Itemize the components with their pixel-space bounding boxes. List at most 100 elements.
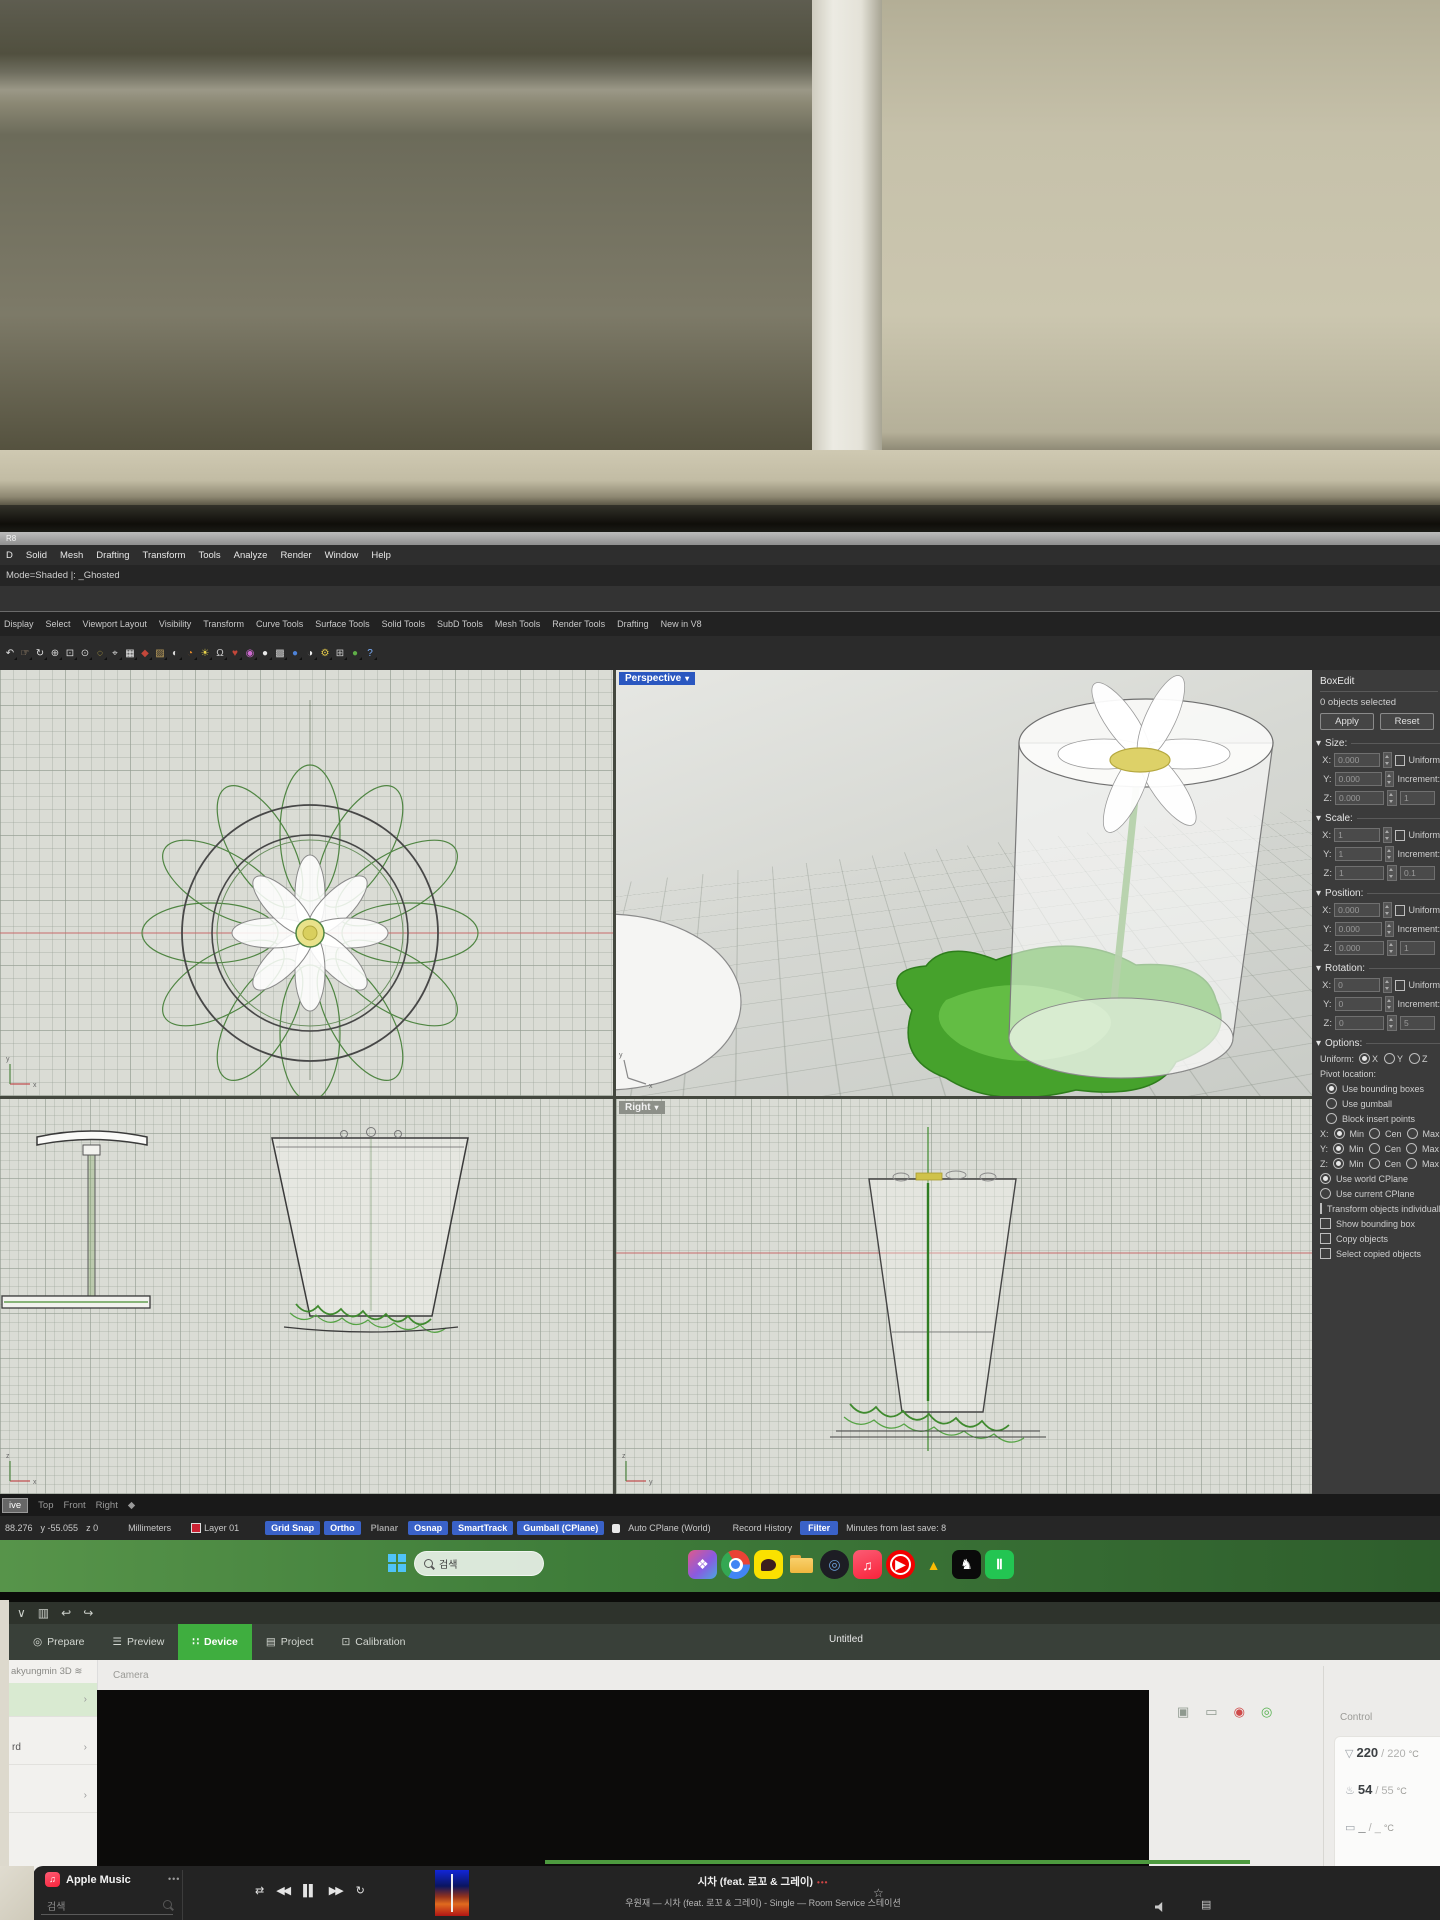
filter-toggle[interactable]: Filter (800, 1521, 838, 1535)
menu-item[interactable]: Analyze (234, 550, 268, 561)
toolbar-icon[interactable]: ⌖ (108, 646, 122, 661)
pivot-radio[interactable] (1326, 1083, 1337, 1094)
min-radio[interactable] (1333, 1158, 1344, 1169)
uniform-checkbox[interactable] (1395, 755, 1405, 766)
cen-radio[interactable] (1369, 1158, 1380, 1169)
taskbar-icon[interactable]: ▲ (919, 1550, 948, 1579)
toolbar-icon[interactable]: ⊕ (48, 646, 62, 661)
toolbar-tab[interactable]: Solid Tools (382, 619, 425, 629)
windows-start-button[interactable] (388, 1554, 406, 1572)
spinner[interactable] (1385, 846, 1395, 862)
camera-action-icon[interactable]: ◉ (1234, 1704, 1245, 1720)
snap-toggle[interactable]: Grid Snap (265, 1521, 320, 1535)
collapse-chevron-icon[interactable]: ▾ (1316, 1038, 1321, 1049)
snap-toggle[interactable]: Osnap (408, 1521, 448, 1535)
star-icon[interactable]: ☆ (873, 1886, 884, 1900)
cen-radio[interactable] (1369, 1128, 1380, 1139)
spinner[interactable] (1383, 752, 1392, 768)
toolbar-icon[interactable]: Ω (213, 646, 227, 661)
printer-device-name[interactable]: akyungmin 3D ≋ (9, 1660, 97, 1683)
max-radio[interactable] (1407, 1128, 1418, 1139)
y-input[interactable]: 0.000 (1335, 922, 1382, 936)
z-input[interactable]: 1 (1335, 866, 1384, 880)
camera-action-icon[interactable]: ▭ (1205, 1704, 1217, 1720)
taskbar-icon[interactable] (754, 1550, 783, 1579)
spinner[interactable] (1383, 977, 1392, 993)
toolbar-icon[interactable]: ◑ (303, 646, 317, 661)
uniform-radio[interactable] (1409, 1053, 1420, 1064)
viewport-tab[interactable]: Right (96, 1500, 118, 1511)
option-checkbox[interactable] (1320, 1233, 1331, 1244)
viewport-top[interactable]: x y (0, 670, 613, 1096)
printer-toolbar-icon[interactable]: ↪ (83, 1606, 93, 1620)
collapse-chevron-icon[interactable]: ▾ (1316, 888, 1321, 899)
menu-item[interactable]: D (6, 550, 13, 561)
toolbar-tab[interactable]: New in V8 (661, 619, 702, 629)
min-radio[interactable] (1333, 1143, 1344, 1154)
toolbar-icon[interactable]: ● (288, 646, 302, 661)
snap-toggle[interactable]: Ortho (324, 1521, 361, 1535)
toolbar-icon[interactable]: ◉ (243, 646, 257, 661)
viewport-tab[interactable]: ◆ (128, 1500, 135, 1511)
apply-button[interactable]: Apply (1320, 713, 1374, 730)
y-input[interactable]: 0 (1335, 997, 1382, 1011)
printer-toolbar-icon[interactable]: ∨ (17, 1606, 26, 1620)
increment-input[interactable]: 5 (1400, 1016, 1435, 1030)
music-search-input[interactable]: 검색 (47, 1898, 65, 1913)
collapse-chevron-icon[interactable]: ▾ (1316, 813, 1321, 824)
x-input[interactable]: 0.000 (1334, 753, 1380, 767)
max-radio[interactable] (1406, 1143, 1417, 1154)
rhino-command-line[interactable]: Mode=Shaded |: _Ghosted (0, 565, 1440, 586)
taskbar-icon[interactable]: ♞ (952, 1550, 981, 1579)
camera-action-icon[interactable]: ▣ (1177, 1704, 1189, 1720)
z-input[interactable]: 0.000 (1335, 791, 1384, 805)
viewport-right[interactable]: y z Right▾ (616, 1099, 1312, 1494)
units-label[interactable]: Millimeters (128, 1523, 171, 1533)
track-options-icon[interactable]: ••• (817, 1878, 828, 1887)
toolbar-tab[interactable]: Surface Tools (315, 619, 369, 629)
taskbar-icon[interactable]: ❖ (688, 1550, 717, 1579)
snap-toggle[interactable]: Gumball (CPlane) (517, 1521, 604, 1535)
playback-control-icon[interactable]: ▌▌ (303, 1885, 315, 1897)
viewport-splitter-horizontal[interactable] (0, 1096, 1312, 1099)
toolbar-icon[interactable]: ◆ (138, 646, 152, 661)
spinner[interactable] (1383, 827, 1392, 843)
spinner[interactable] (1385, 771, 1395, 787)
toolbar-icon[interactable]: ● (348, 646, 362, 661)
chevron-down-icon[interactable]: ▾ (655, 1103, 659, 1112)
snap-toggle[interactable]: Planar (365, 1521, 405, 1535)
uniform-radio[interactable] (1359, 1053, 1370, 1064)
queue-icon[interactable]: ▤ (1201, 1898, 1211, 1911)
toolbar-icon[interactable]: ☞ (18, 646, 32, 661)
taskbar-icon[interactable]: Ⅱ (985, 1550, 1014, 1579)
spinner[interactable] (1383, 902, 1392, 918)
taskbar-icon[interactable]: ◎ (820, 1550, 849, 1579)
printer-tab[interactable]: ▤Project (252, 1624, 328, 1660)
printer-tab[interactable]: ∷Device (178, 1624, 252, 1660)
y-input[interactable]: 1 (1335, 847, 1382, 861)
spinner[interactable] (1385, 996, 1395, 1012)
pivot-radio[interactable] (1326, 1098, 1337, 1109)
max-radio[interactable] (1406, 1158, 1417, 1169)
taskbar-icon[interactable] (721, 1550, 750, 1579)
viewport-splitter-vertical[interactable] (613, 670, 616, 1494)
viewport-tab[interactable]: Top (38, 1500, 53, 1511)
viewport-label-right[interactable]: Right▾ (619, 1101, 665, 1114)
menu-item[interactable]: Transform (143, 550, 186, 561)
toolbar-icon[interactable]: ⚙ (318, 646, 332, 661)
collapse-chevron-icon[interactable]: ▾ (1316, 963, 1321, 974)
y-input[interactable]: 0.000 (1335, 772, 1382, 786)
uniform-checkbox[interactable] (1395, 830, 1405, 841)
z-input[interactable]: 0 (1335, 1016, 1384, 1030)
printer-tab[interactable]: ☰Preview (99, 1624, 179, 1660)
spinner[interactable] (1387, 1015, 1397, 1031)
cplane-radio[interactable] (1320, 1173, 1331, 1184)
taskbar-icon[interactable] (787, 1550, 816, 1579)
cen-radio[interactable] (1369, 1143, 1380, 1154)
toolbar-icon[interactable]: ⊞ (333, 646, 347, 661)
toolbar-icon[interactable]: ⊡ (63, 646, 77, 661)
taskbar-search[interactable]: 검색 (414, 1551, 544, 1576)
volume-icon[interactable] (1155, 1902, 1167, 1912)
option-checkbox[interactable] (1320, 1203, 1322, 1214)
toolbar-tab[interactable]: Drafting (617, 619, 649, 629)
